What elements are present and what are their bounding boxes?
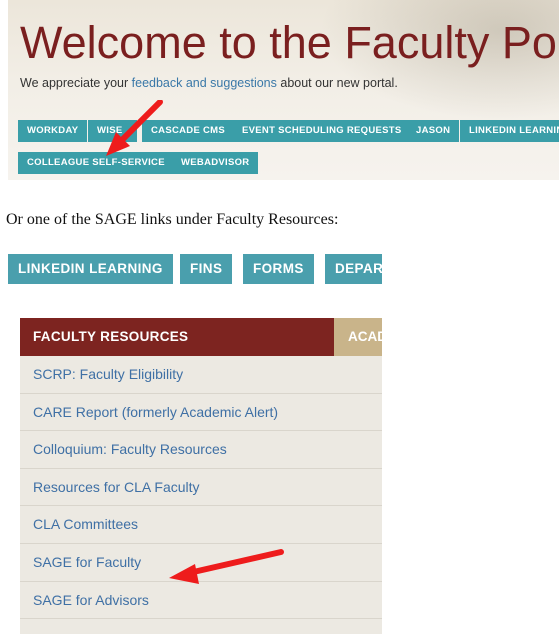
subtitle-suffix: about our new portal. [276,76,398,90]
nav-fins[interactable]: FINS [180,254,233,284]
link-resources-for-cla-faculty[interactable]: Resources for CLA Faculty [20,468,382,507]
tab-academic[interactable]: ACADEMIC [334,318,382,356]
nav-linkedin-learning[interactable]: LINKEDIN LEARNING [8,254,173,284]
webadvisor-button[interactable]: WEBADVISOR [172,152,259,174]
portal-nav: LINKEDIN LEARNING FINS FORMS DEPARTMENTS [8,254,382,284]
linkedin-learning-button[interactable]: LINKEDIN LEARNING [460,120,559,142]
link-cla-committees[interactable]: CLA Committees [20,506,382,544]
link-sage-for-faculty[interactable]: SAGE for Faculty [20,543,382,582]
wise-button[interactable]: WISE [88,120,137,142]
page-title: Welcome to the Faculty Portal [20,17,559,68]
resource-link-list: SCRP: Faculty Eligibility CARE Report (f… [20,356,382,634]
jason-button[interactable]: JASON [407,120,460,142]
workday-button[interactable]: WORKDAY [18,120,88,142]
list-item [20,619,382,634]
instruction-caption: Or one of the SAGE links under Faculty R… [6,211,339,228]
subtitle-prefix: We appreciate your [20,76,132,90]
portal-banner: Welcome to the Faculty Portal We appreci… [8,0,559,180]
link-care-report[interactable]: CARE Report (formerly Academic Alert) [20,393,382,432]
event-scheduling-button[interactable]: EVENT SCHEDULING REQUESTS [233,120,411,142]
colleague-self-service-button[interactable]: COLLEAGUE SELF-SERVICE [18,152,174,174]
link-colloquium-faculty-resources[interactable]: Colloquium: Faculty Resources [20,431,382,469]
link-sage-for-advisors[interactable]: SAGE for Advisors [20,581,382,620]
banner-subtitle: We appreciate your feedback and suggesti… [20,76,398,90]
faculty-resources-panel: FACULTY RESOURCES ACADEMIC SCRP: Faculty… [20,318,382,634]
nav-departments[interactable]: DEPARTMENTS [325,254,382,284]
nav-forms[interactable]: FORMS [243,254,314,284]
tab-faculty-resources[interactable]: FACULTY RESOURCES [20,318,334,356]
cascade-cms-button[interactable]: CASCADE CMS [142,120,235,142]
link-scrp-faculty-eligibility[interactable]: SCRP: Faculty Eligibility [20,356,382,394]
feedback-link[interactable]: feedback and suggestions [132,76,277,90]
